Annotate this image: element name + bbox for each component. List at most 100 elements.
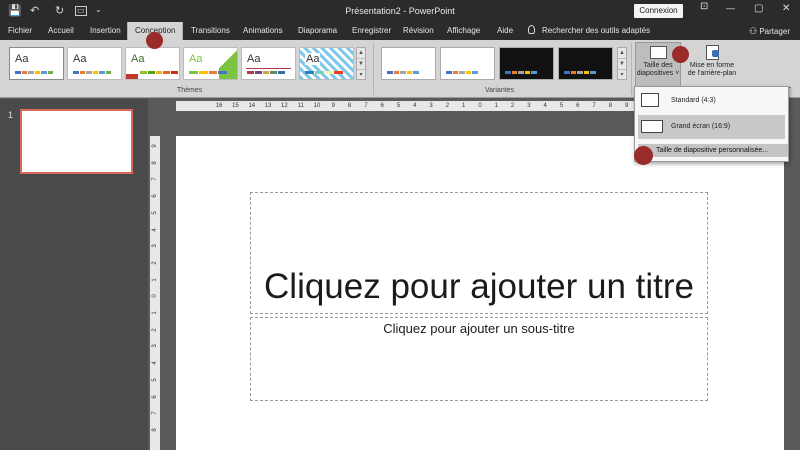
variant-4[interactable] (558, 47, 613, 80)
scroll-down-icon[interactable]: ▼ (618, 59, 626, 70)
slide-number: 1 (8, 110, 14, 120)
ruler-tick-label: 5 (559, 103, 564, 109)
minimize-button[interactable]: — (726, 3, 735, 13)
variant-3[interactable] (499, 47, 554, 80)
menu-item-widescreen[interactable]: Grand écran (16:9) (638, 115, 785, 139)
tab-enregistrer[interactable]: Enregistrer (352, 22, 391, 40)
ruler-tick-label: 8 (608, 103, 613, 109)
tab-animations[interactable]: Animations (243, 22, 283, 40)
format-bg-label-2: de l'arrière-plan (687, 70, 737, 77)
theme-pattern[interactable]: Aa (299, 47, 354, 80)
slide-thumbnail-1[interactable] (20, 109, 133, 174)
ruler-tick-label: 9 (331, 103, 335, 109)
variant-2[interactable] (440, 47, 495, 80)
variants-gallery-scroll[interactable]: ▲ ▼ ▾ (617, 47, 627, 80)
ruler-tick-label: 2 (152, 328, 158, 332)
ruler-tick-label: 4 (413, 103, 417, 109)
menu-item-standard[interactable]: Standard (4:3) (638, 91, 785, 111)
ruler-tick-label: 4 (543, 103, 547, 109)
themes-group-label: Thèmes (177, 87, 203, 94)
search-label: Rechercher des outils adaptés (542, 26, 651, 35)
ruler-tick-label: 5 (152, 378, 158, 382)
ribbon-display-icon[interactable]: ⊡ (700, 1, 708, 12)
variants-group-label: Variantes (485, 87, 515, 94)
person-icon: ⚇ (749, 26, 758, 36)
ruler-tick-label: 9 (152, 144, 158, 148)
slide-size-label-1: Taille des (643, 62, 673, 69)
tab-insertion[interactable]: Insertion (90, 22, 121, 40)
format-background-button[interactable]: Mise en forme de l'arrière-plan (682, 42, 742, 90)
menu-item-label: Standard (4:3) (671, 97, 716, 104)
ruler-tick-label: 14 (248, 103, 256, 109)
tab-diaporama[interactable]: Diaporama (298, 22, 337, 40)
ruler-tick-label: 7 (152, 177, 158, 182)
step-marker (672, 46, 689, 63)
theme-facette[interactable]: Aa (125, 47, 180, 80)
powerpoint-window: 💾 ↶ ↻ ▭ ⌄ Présentation2 - PowerPoint Con… (0, 0, 800, 450)
ruler-tick-label: 10 (313, 103, 321, 109)
variant-1[interactable] (381, 47, 436, 80)
ruler-tick-label: 3 (152, 344, 158, 349)
menu-item-label: Grand écran (16:9) (671, 123, 731, 130)
title-placeholder[interactable]: Cliquez pour ajouter un titre (250, 192, 708, 314)
ruler-tick-label: 2 (510, 103, 515, 109)
ruler-tick-label: 7 (364, 103, 368, 109)
tab-affichage[interactable]: Affichage (447, 22, 480, 40)
restore-button[interactable]: ▢ (754, 3, 763, 14)
ruler-tick-label: 1 (494, 103, 498, 109)
subtitle-placeholder[interactable]: Cliquez pour ajouter un sous-titre (250, 317, 708, 401)
tell-me-search[interactable]: Rechercher des outils adaptés (528, 22, 650, 40)
themes-gallery-scroll[interactable]: ▲ ▼ ▾ (356, 47, 366, 80)
ruler-tick-label: 5 (152, 211, 158, 215)
slide-canvas[interactable]: Cliquez pour ajouter un titre Cliquez po… (176, 136, 784, 450)
menu-item-custom-size[interactable]: Taille de diapositive personnalisée... (638, 144, 788, 157)
ruler-tick-label: 8 (152, 428, 158, 432)
ruler-tick-label: 4 (152, 227, 158, 232)
theme-retrospective[interactable]: Aa (241, 47, 296, 80)
slide-size-label-2: diapositives ˅ (636, 70, 680, 77)
close-button[interactable]: ✕ (782, 3, 790, 14)
ruler-tick-label: 5 (396, 103, 401, 109)
theme-sample-text: Aa (189, 53, 203, 65)
ruler-tick-label: 6 (152, 194, 158, 198)
connexion-button[interactable]: Connexion (634, 4, 683, 18)
ruler-tick-label: 3 (527, 103, 531, 109)
ruler-tick-label: 0 (152, 294, 158, 298)
ribbon-tabs: Fichier Accueil Insertion Conception Tra… (0, 22, 800, 40)
ruler-tick-label: 8 (152, 161, 158, 165)
ruler-tick-label: 4 (152, 361, 158, 365)
vertical-ruler: 9 8 7 6 5 4 3 2 1 0 1 2 3 4 5 6 7 8 (150, 136, 160, 450)
title-placeholder-text: Cliquez pour ajouter un titre (264, 267, 694, 306)
slide-size-icon (649, 46, 667, 59)
gallery-more-icon[interactable]: ▾ (618, 70, 626, 81)
ruler-tick-label: 1 (152, 311, 158, 315)
ruler-tick-label: 1 (462, 103, 466, 109)
scroll-down-icon[interactable]: ▼ (357, 59, 365, 70)
ruler-tick-label: 13 (264, 103, 272, 109)
share-label: Partager (759, 27, 790, 36)
gallery-more-icon[interactable]: ▾ (357, 70, 365, 81)
theme-sample-text: Aa (305, 53, 321, 65)
group-separator (373, 43, 374, 95)
scroll-up-icon[interactable]: ▲ (357, 48, 365, 59)
ruler-tick-label: 3 (152, 244, 158, 248)
theme-office[interactable]: Aa (9, 47, 64, 80)
theme-office-2[interactable]: Aa (67, 47, 122, 80)
tab-transitions[interactable]: Transitions (191, 22, 230, 40)
ruler-tick-label: 0 (478, 103, 482, 109)
tab-accueil[interactable]: Accueil (48, 22, 74, 40)
standard-slide-icon (641, 93, 659, 107)
subtitle-placeholder-text: Cliquez pour ajouter un sous-titre (383, 321, 575, 336)
title-bar: 💾 ↶ ↻ ▭ ⌄ Présentation2 - PowerPoint Con… (0, 0, 800, 22)
ruler-tick-label: 6 (380, 103, 384, 109)
ruler-tick-label: 12 (281, 103, 288, 109)
tab-fichier[interactable]: Fichier (8, 22, 32, 40)
share-button[interactable]: ⚇ Partager (749, 22, 790, 40)
tab-revision[interactable]: Révision (403, 22, 434, 40)
theme-sample-text: Aa (247, 53, 261, 65)
scroll-up-icon[interactable]: ▲ (618, 48, 626, 59)
tab-aide[interactable]: Aide (497, 22, 513, 40)
theme-green[interactable]: Aa (183, 47, 238, 80)
ruler-tick-label: 3 (429, 103, 433, 109)
ruler-tick-label: 1 (152, 277, 158, 282)
